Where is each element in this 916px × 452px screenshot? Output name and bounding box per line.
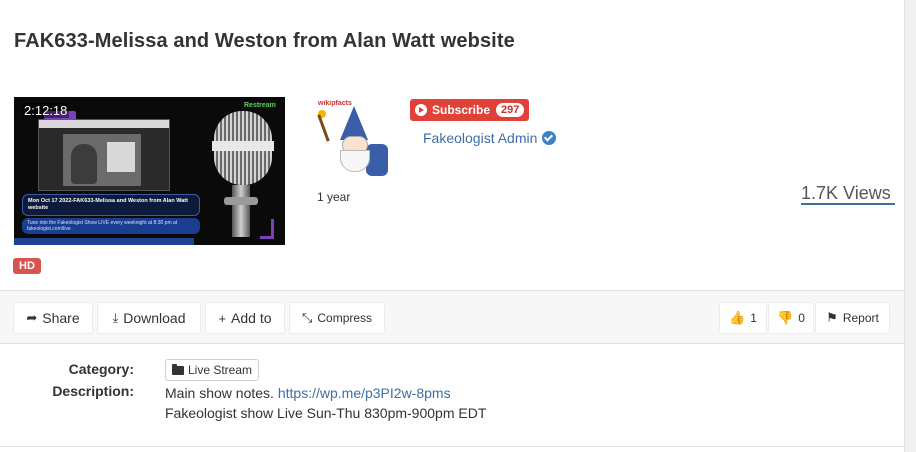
add-to-button[interactable]: + Add to: [205, 302, 285, 334]
views-underline: [801, 203, 895, 205]
hd-badge: HD: [13, 258, 41, 274]
dislike-count: 0: [798, 311, 805, 325]
upload-age: 1 year: [317, 190, 351, 204]
category-value: Live Stream: [188, 363, 253, 377]
video-duration: 2:12:18: [22, 103, 70, 118]
verified-check-icon: [542, 131, 557, 145]
subscribe-label: Subscribe: [432, 103, 491, 117]
section-divider: [0, 446, 904, 447]
subscriber-count: 297: [496, 103, 525, 117]
thumbs-up-icon: 👍: [729, 310, 746, 325]
channel-name-link[interactable]: Fakeologist Admin: [423, 130, 557, 146]
action-toolbar: ➦ Share ⤓ Download + Add to ⤡ Compress 👍…: [0, 290, 904, 344]
video-page: FAK633-Melissa and Weston from Alan Watt…: [0, 0, 904, 452]
description-link[interactable]: https://wp.me/p3PI2w-8pms: [278, 385, 451, 401]
flag-icon: ⚑: [826, 310, 838, 325]
subscribe-button[interactable]: Subscribe 297: [410, 99, 530, 121]
channel-name: Fakeologist Admin: [423, 130, 538, 146]
thumbnail-ticker: [14, 238, 194, 245]
view-count: 1.7K Views: [801, 183, 891, 203]
report-button[interactable]: ⚑ Report: [815, 302, 890, 334]
share-icon: ➦: [26, 310, 38, 325]
thumbnail-caption-sub: Tune into the Fakeologist Show LIVE ever…: [22, 218, 200, 234]
video-thumbnail[interactable]: 2:12:18 Restream Mon Oct 17 2022-FAK633-…: [14, 97, 285, 245]
description-label: Description:: [52, 383, 134, 399]
scrollbar-track[interactable]: [904, 0, 916, 452]
download-button[interactable]: ⤓ Download: [97, 302, 201, 334]
like-button[interactable]: 👍 1: [719, 302, 767, 334]
description-line2: Fakeologist show Live Sun-Thu 830pm-900p…: [165, 405, 487, 421]
thumbnail-screen: [38, 119, 170, 191]
play-icon: [415, 104, 427, 116]
like-count: 1: [750, 311, 757, 325]
plus-icon: +: [218, 310, 227, 326]
compress-icon: ⤡: [301, 310, 313, 325]
compress-button[interactable]: ⤡ Compress: [289, 302, 385, 334]
dislike-button[interactable]: 👎 0: [768, 302, 814, 334]
thumbnail-caption: Mon Oct 17 2022-FAK633-Melissa and Westo…: [22, 194, 200, 216]
thumbs-down-icon: 👎: [777, 310, 794, 325]
video-title: FAK633-Melissa and Weston from Alan Watt…: [14, 30, 515, 52]
description: Main show notes. https://wp.me/p3PI2w-8p…: [165, 383, 486, 423]
share-button[interactable]: ➦ Share: [13, 302, 93, 334]
folder-icon: [172, 363, 184, 375]
restream-logo: Restream: [244, 102, 276, 109]
download-icon: ⤓: [112, 310, 119, 325]
description-text: Main show notes.: [165, 385, 274, 401]
category-chip[interactable]: Live Stream: [165, 359, 260, 381]
channel-avatar[interactable]: wikipfacts: [316, 100, 396, 178]
category-label: Category:: [68, 361, 134, 377]
